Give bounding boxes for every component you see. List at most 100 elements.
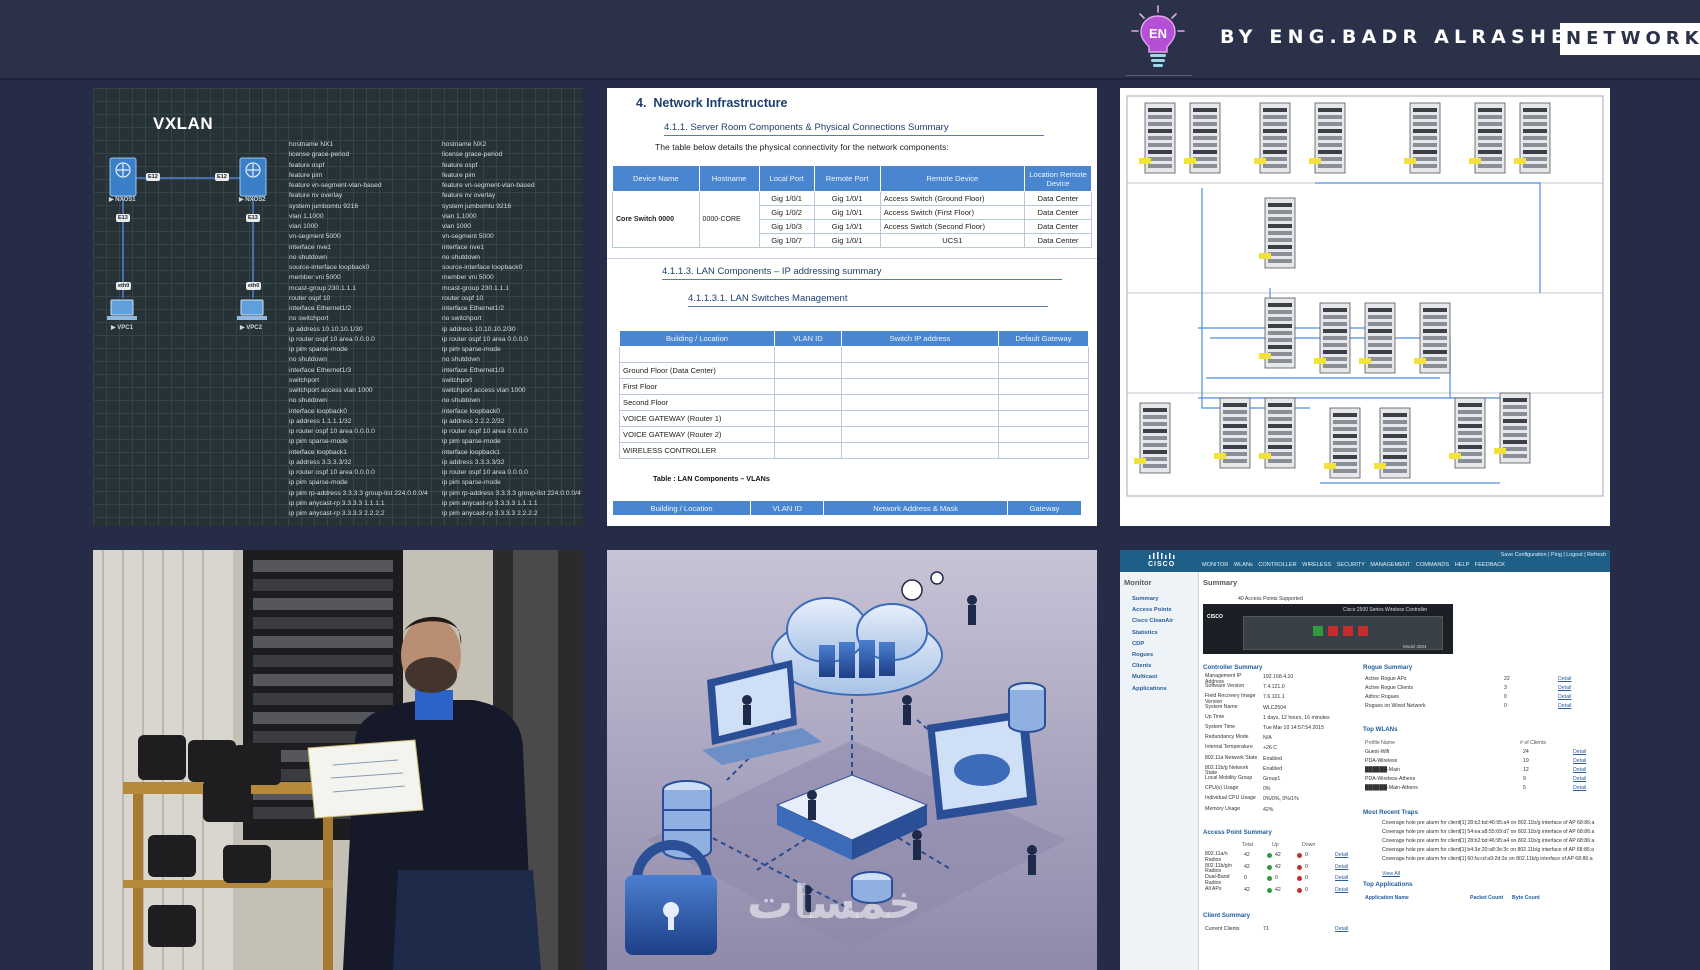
label-tag xyxy=(1404,158,1416,164)
sidebar-item[interactable]: Rogues xyxy=(1132,652,1153,658)
detail-link[interactable]: Detail xyxy=(1573,776,1586,782)
ap-total: 42 xyxy=(1244,863,1250,870)
iface-label: E13 xyxy=(246,214,260,222)
ctrl-label: Memory Usage xyxy=(1205,805,1241,812)
top-apps-title: Top Applications xyxy=(1363,881,1413,888)
top-header: EN BY ENG.BADR ALRASHEED NETWORK E xyxy=(0,0,1700,78)
ctrl-label: System Name xyxy=(1205,703,1238,710)
cisco-wlc-tile[interactable]: cisco MONITOR WLANs CONTROLLER WIRELESS … xyxy=(1120,550,1610,970)
status-up-icon xyxy=(1267,853,1272,858)
node-label-nxos1: ▶ NXOS1 xyxy=(109,197,136,203)
sidebar-item[interactable]: Multicast xyxy=(1132,674,1157,680)
detail-link[interactable]: Detail xyxy=(1335,926,1348,932)
device-cisco-logo: CISCO xyxy=(1207,614,1223,620)
ap-down: 0 xyxy=(1305,886,1308,893)
ap-col-down: Down xyxy=(1302,842,1316,848)
cell: Gig 1/0/1 xyxy=(813,205,881,220)
rogue-value: 3 xyxy=(1504,685,1507,691)
rack-diagram-tile[interactable] xyxy=(1120,88,1610,526)
sidebar-item[interactable]: Cisco CleanAir xyxy=(1132,618,1173,624)
ctrl-value: Tue Mar 10 14:57:54 2015 xyxy=(1263,725,1324,731)
ap-total: 42 xyxy=(1244,886,1250,893)
detail-link[interactable]: Detail xyxy=(1335,852,1348,858)
engineer-photo-tile[interactable] xyxy=(93,550,583,970)
th: Local Port xyxy=(758,165,815,192)
cloud-illustration-tile[interactable]: خمسات xyxy=(607,550,1097,970)
device-cell: Core Switch 0000 xyxy=(612,191,700,248)
status-down-icon xyxy=(1297,876,1302,881)
detail-link[interactable]: Detail xyxy=(1573,785,1586,791)
section-rule xyxy=(607,258,1097,259)
cell: Data Center xyxy=(1024,219,1092,234)
ctrl-value: Enabled xyxy=(1263,765,1283,772)
device-label: Cisco 2500 Series Wireless Controller xyxy=(1343,607,1428,613)
cisco-main-nav[interactable]: MONITOR WLANs CONTROLLER WIRELESS SECURI… xyxy=(1202,562,1505,568)
status-down-icon xyxy=(1297,864,1302,870)
network-doc-tile[interactable]: 4. Network Infrastructure 4.1.1. Server … xyxy=(607,88,1097,526)
node-label-nxos2: ▶ NXOS2 xyxy=(239,197,266,203)
trap-entry[interactable]: Coverage hole pre alarm for client[1] 54… xyxy=(1382,829,1608,835)
recent-traps-title: Most Recent Traps xyxy=(1363,809,1419,816)
wlan-name: Guest-Wifi xyxy=(1365,749,1390,755)
ap-summary-title: Access Point Summary xyxy=(1203,829,1272,836)
detail-link[interactable]: Detail xyxy=(1573,749,1586,755)
wlan-clients: 12 xyxy=(1523,767,1529,773)
label-tag xyxy=(1414,358,1426,364)
wlan-clients: 5 xyxy=(1523,785,1526,791)
sidebar-item[interactable]: Applications xyxy=(1132,686,1167,692)
lan-vlans-table: Building / Location VLAN ID Network Addr… xyxy=(611,500,1082,516)
trap-entry[interactable]: Coverage hole pre alarm for client[1] 60… xyxy=(1382,856,1608,862)
physical-connections-table: Device Name Hostname Local Port Remote P… xyxy=(612,165,1092,248)
location-cell: Ground Floor (Data Center) xyxy=(619,362,775,379)
ap-col-total: Total xyxy=(1242,842,1253,848)
ctrl-value: N/A xyxy=(1263,735,1272,742)
th: Location Remote Device xyxy=(1024,165,1092,192)
watermark-text: خمسات xyxy=(747,875,922,929)
ctrl-label: System Time xyxy=(1205,724,1235,730)
port-led xyxy=(1358,626,1368,636)
rogue-label: Active Rogue Clients xyxy=(1365,685,1414,691)
cisco-logo: cisco xyxy=(1148,552,1178,568)
iface-label: E13 xyxy=(116,214,130,222)
view-all-link[interactable]: View All xyxy=(1382,871,1400,877)
detail-link[interactable]: Detail xyxy=(1335,864,1348,870)
status-up-icon xyxy=(1267,887,1272,893)
detail-link[interactable]: Detail xyxy=(1558,676,1571,682)
ctrl-value: 7.6.101.1 xyxy=(1263,694,1285,701)
apps-col-packets: Packet Count xyxy=(1470,895,1504,901)
cell: Access Switch (Ground Floor) xyxy=(879,191,1026,206)
node-vpc1: VPC1 xyxy=(117,325,133,331)
bulb-logo-icon[interactable]: EN xyxy=(1128,4,1188,76)
trap-entry[interactable]: Coverage hole pre alarm for client[1] 28… xyxy=(1382,838,1608,844)
detail-link[interactable]: Detail xyxy=(1335,887,1348,893)
label-tag xyxy=(1494,448,1506,454)
sidebar-item[interactable]: CDP xyxy=(1132,641,1144,647)
controller-summary-title: Controller Summary xyxy=(1203,664,1263,671)
network-engineer-badge[interactable]: NETWORK E xyxy=(1560,23,1700,55)
th: Switch IP address xyxy=(841,330,999,347)
sidebar-item[interactable]: Clients xyxy=(1132,663,1151,669)
ap-up: 0 xyxy=(1275,875,1278,881)
cisco-top-links[interactable]: Save Configuration | Ping | Logout | Ref… xyxy=(1501,552,1606,558)
label-tag xyxy=(1259,353,1271,359)
vxlan-config-tile[interactable]: VXLAN ▶ NXOS1 ▶ NXOS2 ▶ VPC1 ▶ VPC2 E12 … xyxy=(93,88,583,526)
sidebar-item[interactable]: Access Points xyxy=(1132,607,1172,613)
detail-link[interactable]: Detail xyxy=(1573,767,1586,773)
detail-link[interactable]: Detail xyxy=(1558,694,1571,700)
ctrl-label: Redundancy Mode xyxy=(1205,734,1249,741)
trap-entry[interactable]: Coverage hole pre alarm for client[1] 28… xyxy=(1382,820,1608,826)
sidebar-item[interactable]: Statistics xyxy=(1132,630,1158,636)
detail-link[interactable]: Detail xyxy=(1335,875,1348,881)
node-label-vpc1: ▶ VPC1 xyxy=(111,325,133,331)
ap-up: 42 xyxy=(1275,863,1281,870)
detail-link[interactable]: Detail xyxy=(1558,703,1571,709)
th: Gateway xyxy=(1007,500,1082,516)
wlan-clients: 19 xyxy=(1523,758,1529,764)
trap-entry[interactable]: Coverage hole pre alarm for client[1] b4… xyxy=(1382,847,1608,853)
sidebar-item[interactable]: Summary xyxy=(1132,596,1158,602)
detail-link[interactable]: Detail xyxy=(1558,685,1571,691)
detail-link[interactable]: Detail xyxy=(1573,758,1586,764)
wlan-clients: 9 xyxy=(1523,776,1526,782)
cell: Gig 1/0/1 xyxy=(813,219,881,234)
label-tag xyxy=(1514,158,1526,164)
